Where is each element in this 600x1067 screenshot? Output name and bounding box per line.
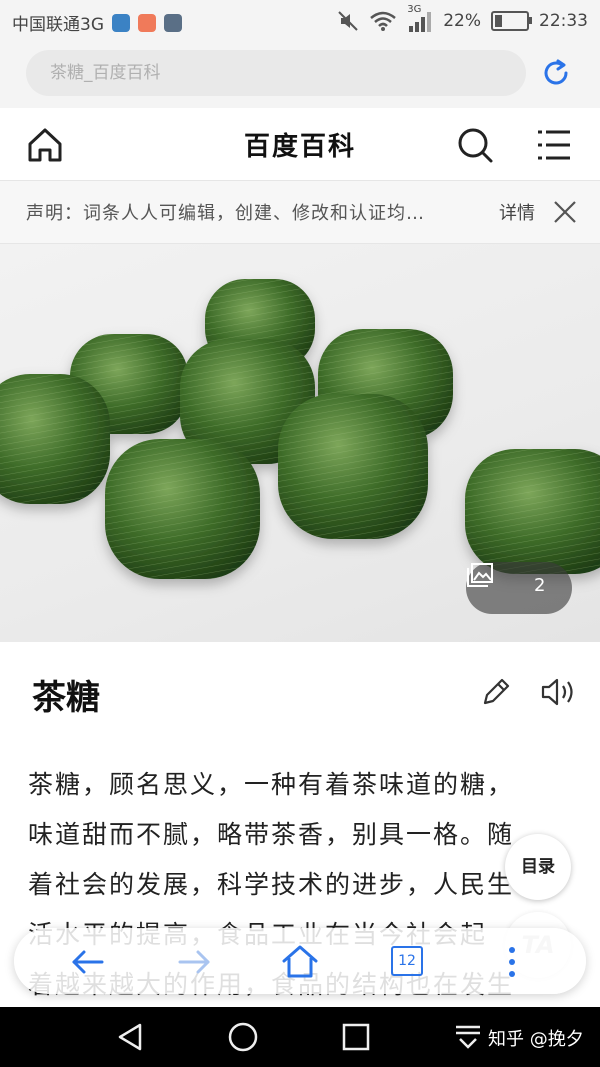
summary-line: 味道甜而不腻，略带茶香，别具一格。随	[28, 820, 515, 849]
nav-back-icon[interactable]	[114, 1021, 146, 1053]
refresh-icon[interactable]	[540, 57, 572, 89]
mail-notification-icon	[138, 13, 156, 32]
battery-icon	[491, 11, 532, 31]
signal-icon: 3G	[407, 4, 433, 32]
wifi-icon	[370, 11, 397, 31]
site-header: 百度百科	[0, 108, 600, 181]
tabs-button[interactable]: 12	[391, 946, 423, 976]
home-icon[interactable]	[280, 942, 320, 982]
summary-line: 茶糖，顾名思义，一种有着茶味道的糖，	[28, 770, 515, 799]
gallery-count: 2	[534, 575, 546, 596]
address-bar[interactable]: 茶糖_百度百科	[26, 50, 526, 96]
browser-toolbar: 12	[14, 928, 586, 994]
site-title: 百度百科	[243, 132, 356, 162]
more-options-icon[interactable]	[492, 942, 532, 982]
summary-line: 着社会的发展，科学技术的进步，人民生	[28, 870, 515, 899]
candy	[278, 394, 428, 539]
battery-percent: 22%	[443, 11, 481, 31]
search-icon[interactable]	[456, 126, 494, 164]
gallery-icon	[467, 563, 493, 587]
hero-image[interactable]: 2	[0, 244, 600, 642]
clock: 22:33	[539, 11, 588, 31]
gallery-button[interactable]: 2	[466, 562, 572, 614]
notification-pulldown-icon[interactable]	[452, 1021, 484, 1053]
notice-details-link[interactable]: 详情	[499, 199, 535, 225]
candy	[105, 439, 260, 579]
entry-title: 茶糖	[32, 678, 100, 718]
weibo-notification-icon	[164, 13, 182, 32]
edit-notice-banner: 声明：词条人人可编辑，创建、修改和认证均… 详情	[0, 181, 600, 244]
candy	[0, 374, 110, 504]
browser-address-row: 茶糖_百度百科	[0, 42, 600, 108]
table-of-contents-button[interactable]: 目录	[505, 834, 571, 900]
app-notification-icon	[112, 13, 130, 32]
battery-fill	[495, 15, 502, 27]
status-bar: 中国联通3G 3G 22% 22:33	[0, 0, 600, 42]
candy	[465, 449, 600, 574]
system-nav-bar: 知乎 @挽夕	[0, 1007, 600, 1067]
back-arrow-icon[interactable]	[68, 942, 108, 982]
carrier-label: 中国联通3G	[12, 15, 104, 35]
nav-home-icon[interactable]	[227, 1021, 259, 1053]
watermark: 知乎 @挽夕	[488, 1029, 584, 1050]
mute-icon	[338, 11, 358, 31]
edit-pencil-icon[interactable]	[480, 676, 512, 708]
notice-text: 声明：词条人人可编辑，创建、修改和认证均…	[26, 203, 425, 224]
menu-icon[interactable]	[536, 128, 572, 162]
forward-arrow-icon[interactable]	[174, 942, 214, 982]
speaker-icon[interactable]	[540, 676, 576, 708]
nav-recents-icon[interactable]	[340, 1021, 372, 1053]
close-icon[interactable]	[552, 199, 578, 225]
